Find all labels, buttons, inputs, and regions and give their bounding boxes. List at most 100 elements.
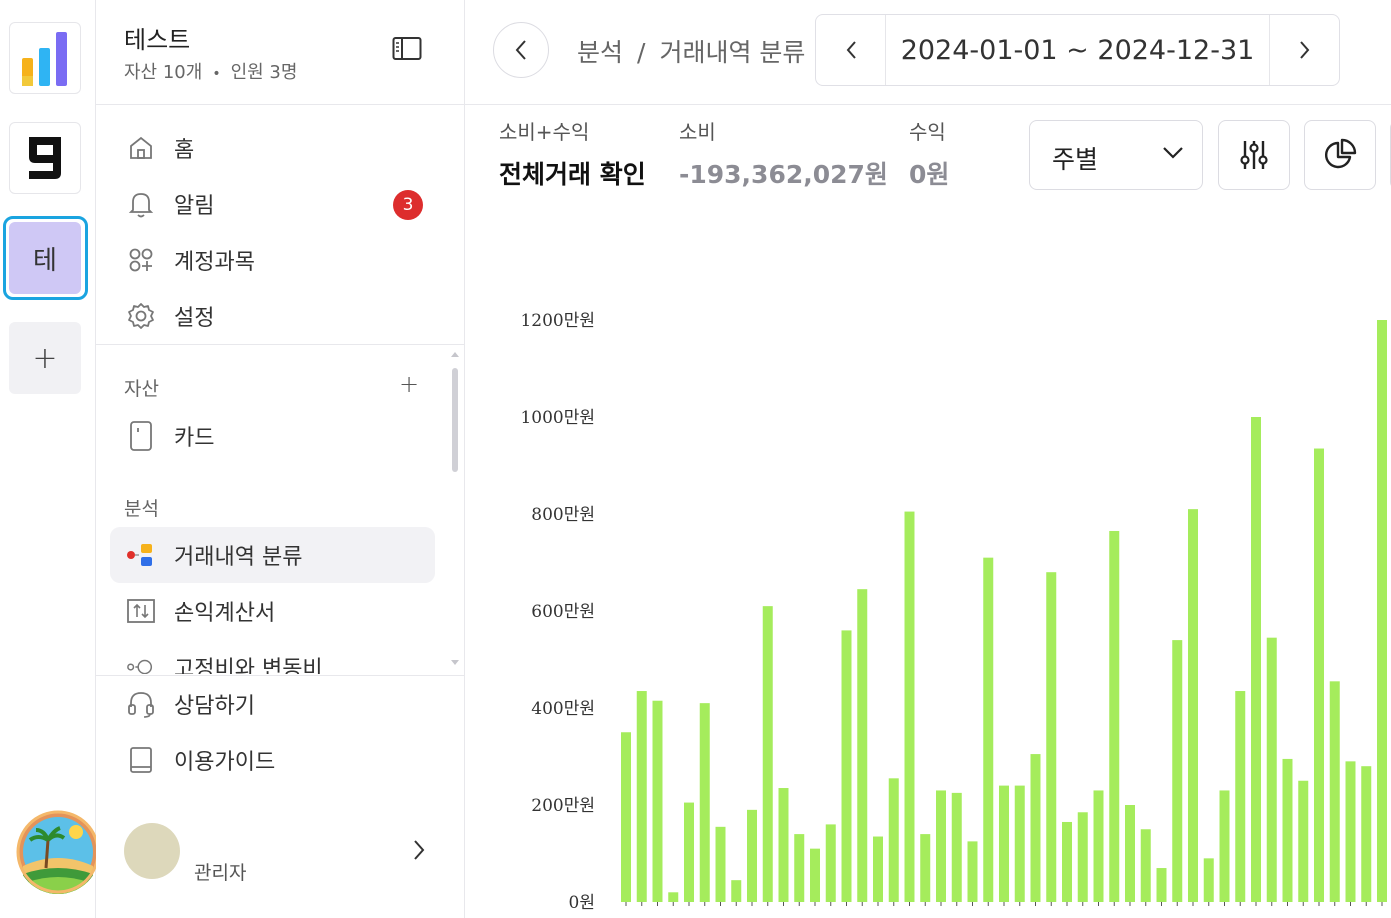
week-bar[interactable] — [857, 589, 868, 902]
week-bar[interactable] — [621, 732, 631, 902]
sidebar-collapse-button[interactable] — [392, 36, 422, 62]
week-bar[interactable] — [1062, 821, 1072, 902]
date-prev-button[interactable] — [816, 15, 886, 85]
period-select-value: 주별 — [1052, 145, 1099, 174]
week-bar[interactable] — [1251, 417, 1261, 902]
sidebar-item-home[interactable]: 홈 — [110, 120, 435, 176]
week-bar[interactable] — [1345, 761, 1356, 902]
back-button[interactable] — [493, 22, 549, 78]
gear-icon — [126, 301, 156, 331]
date-range-text[interactable]: 2024-01-01 ~ 2024-12-31 — [886, 35, 1269, 66]
week-bar[interactable] — [652, 700, 663, 902]
week-bar[interactable] — [794, 834, 805, 902]
week-bar[interactable] — [810, 848, 820, 902]
week-bar[interactable] — [747, 809, 757, 902]
assets-section-label: 자산 — [124, 378, 159, 400]
week-bar[interactable] — [1188, 509, 1198, 902]
week-bar[interactable] — [731, 880, 742, 902]
chevron-right-icon — [1299, 41, 1309, 59]
workspace-initial: 테 — [33, 245, 57, 276]
week-bar[interactable] — [1046, 572, 1057, 902]
g-app-logo[interactable] — [9, 122, 81, 194]
week-bar[interactable] — [636, 691, 647, 902]
home-icon — [126, 133, 156, 163]
week-bar[interactable] — [888, 778, 899, 902]
add-workspace-button[interactable]: + — [9, 322, 81, 394]
breadcrumb-item[interactable]: 분석 — [577, 38, 623, 67]
week-bar[interactable] — [1140, 829, 1151, 902]
sidebar-item-income-statement[interactable]: 손익계산서 — [110, 583, 435, 639]
sidebar-item-consult[interactable]: 상담하기 — [110, 676, 435, 732]
week-bar[interactable] — [668, 892, 679, 902]
sidebar-item-fixed-variable[interactable]: 고정비와 변동비 — [110, 639, 435, 674]
week-bar[interactable] — [999, 785, 1009, 902]
stat-income[interactable]: 수익 0원 — [909, 116, 949, 191]
week-bar[interactable] — [1361, 766, 1372, 902]
scroll-down-arrow[interactable] — [451, 660, 459, 665]
week-bar[interactable] — [715, 826, 726, 902]
sidebar-item-alerts[interactable]: 알림 3 — [110, 176, 435, 232]
sidebar-item-transaction-classify[interactable]: 거래내역 분류 — [110, 527, 435, 583]
sidebar-item-accounts[interactable]: 계정과목 — [110, 232, 435, 288]
week-bar[interactable] — [1156, 868, 1167, 902]
week-bar[interactable] — [920, 834, 931, 902]
week-bar[interactable] — [841, 630, 852, 902]
week-bar[interactable] — [1109, 530, 1120, 902]
week-bar[interactable] — [967, 841, 978, 902]
week-bar[interactable] — [825, 824, 836, 902]
stat-expense[interactable]: 소비 -193,362,027원 — [679, 116, 888, 191]
week-bar[interactable] — [1282, 758, 1293, 902]
sidebar-item-label: 손익계산서 — [174, 601, 276, 626]
org-name: 테스트 — [124, 26, 191, 54]
week-bar[interactable] — [684, 802, 694, 902]
week-bar[interactable] — [1314, 448, 1324, 902]
pie-chart-icon — [1325, 138, 1357, 169]
week-bar[interactable] — [1235, 691, 1246, 902]
week-bar[interactable] — [778, 788, 789, 902]
stat-all[interactable]: 소비+수익 전체거래 확인 — [499, 116, 646, 191]
week-bar[interactable] — [983, 557, 994, 902]
week-bar[interactable] — [1093, 790, 1104, 902]
g-logo-icon — [29, 137, 61, 179]
sidebar-divider — [96, 344, 464, 345]
user-avatar[interactable] — [124, 823, 180, 879]
week-bar[interactable] — [1030, 754, 1041, 902]
analysis-section-label: 분석 — [124, 498, 159, 520]
week-bar[interactable] — [1125, 805, 1135, 902]
week-bar[interactable] — [1266, 637, 1277, 902]
week-bar[interactable] — [904, 511, 915, 902]
add-asset-button[interactable]: + — [399, 370, 419, 398]
test-workspace-button[interactable]: 테 — [9, 222, 81, 294]
week-bar[interactable] — [1077, 812, 1088, 902]
week-bar[interactable] — [1203, 858, 1214, 902]
week-bar[interactable] — [1377, 320, 1387, 902]
sidebar-item-guide[interactable]: 이용가이드 — [110, 732, 435, 788]
scroll-up-arrow[interactable] — [451, 352, 459, 357]
week-bar[interactable] — [951, 792, 962, 902]
week-bar[interactable] — [1014, 785, 1025, 902]
sidebar-scrollbar[interactable] — [452, 368, 458, 472]
pie-chart-view-button[interactable] — [1304, 120, 1376, 190]
period-select[interactable]: 주별 — [1029, 120, 1203, 190]
sidebar-item-settings[interactable]: 설정 — [110, 288, 435, 344]
org-meta: 자산 10개 • 인원 3명 — [124, 58, 297, 84]
date-next-button[interactable] — [1269, 15, 1339, 85]
week-bar[interactable] — [1172, 640, 1183, 902]
header-divider — [465, 104, 1391, 105]
classify-icon — [126, 540, 156, 570]
week-bar[interactable] — [873, 836, 883, 902]
stat-value: 전체거래 확인 — [499, 160, 646, 189]
week-bar[interactable] — [1219, 790, 1230, 902]
sidebar-item-card[interactable]: 카드 — [110, 408, 435, 464]
chevron-left-icon — [846, 41, 856, 59]
filter-button[interactable] — [1218, 120, 1290, 190]
week-bar[interactable] — [936, 790, 946, 902]
week-bar[interactable] — [1298, 780, 1309, 902]
chart-app-logo[interactable] — [9, 22, 81, 94]
week-bar[interactable] — [762, 606, 773, 902]
week-bar[interactable] — [699, 703, 710, 902]
week-bar[interactable] — [1329, 681, 1340, 902]
user-menu-chevron-right-icon[interactable] — [412, 838, 426, 866]
user-profile-avatar[interactable] — [16, 810, 100, 894]
sidebar-scroll-area[interactable]: 자산 카드 분석 거래내역 분류 손익계산서 고정비와 변동비 — [96, 350, 448, 674]
